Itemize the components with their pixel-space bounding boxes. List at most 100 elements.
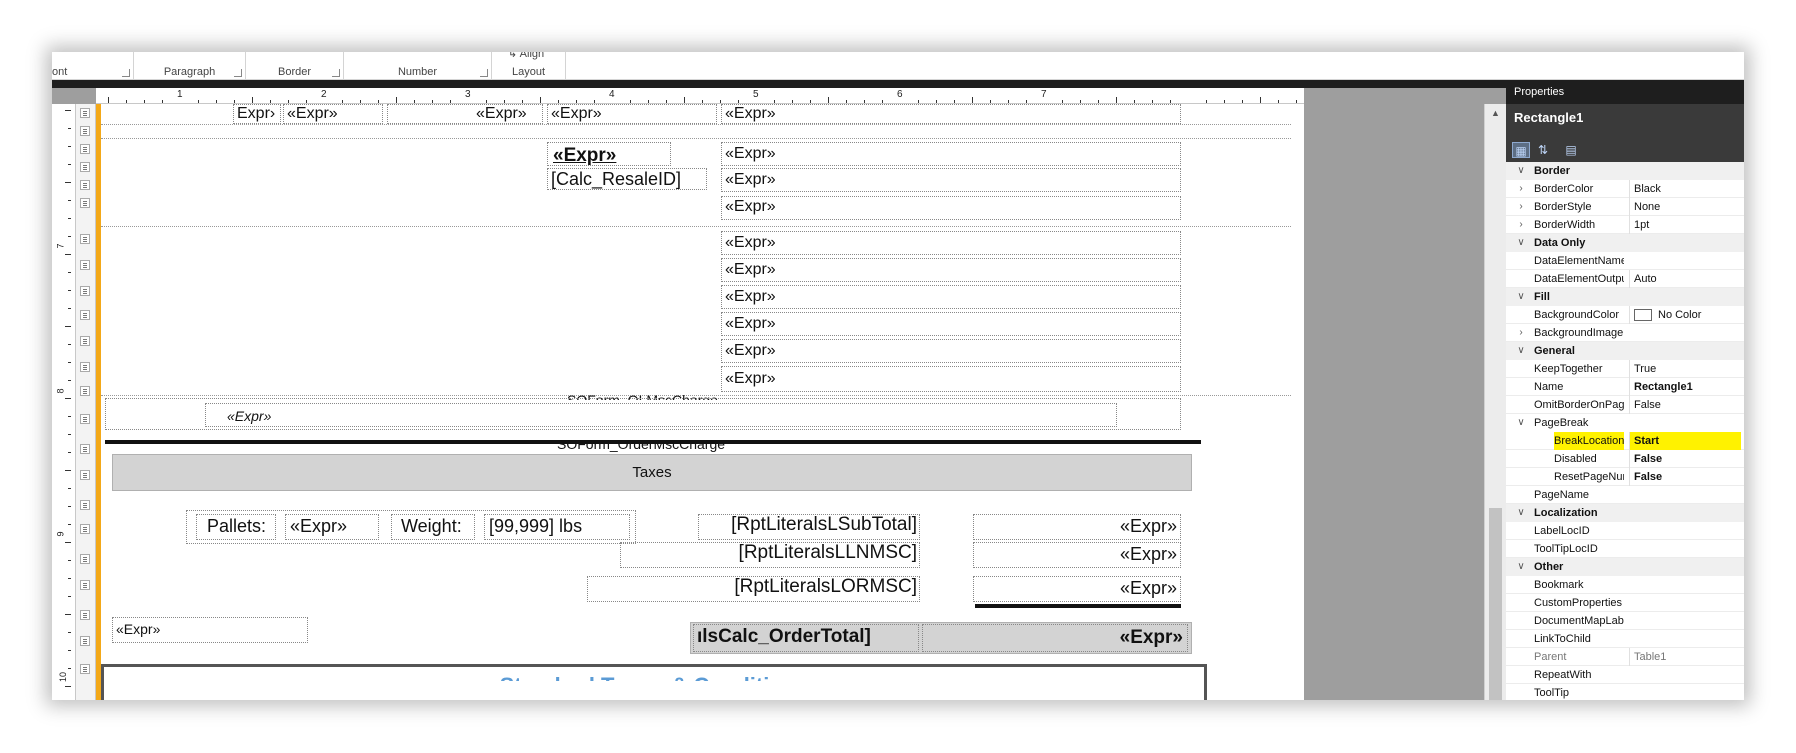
property-row[interactable]: Bookmark [1506,576,1744,594]
row-handle[interactable] [80,580,90,590]
property-row[interactable]: › BackgroundImage [1506,324,1744,342]
row-handle[interactable] [80,260,90,270]
expr-cell-1[interactable]: Expr› [237,105,275,123]
property-category[interactable]: Fill ∨ [1506,288,1744,306]
order-total-label[interactable]: ılsCalc_OrderTotal] [697,626,871,648]
row-handle[interactable] [80,162,90,172]
property-value[interactable]: Rectangle1 [1629,378,1741,396]
property-value[interactable]: False [1629,396,1741,414]
property-row[interactable]: DataElementOutput Auto [1506,270,1744,288]
text-box[interactable] [721,312,1181,336]
number-dialog-launcher-icon[interactable] [480,69,488,77]
row-handle[interactable] [80,336,90,346]
collapse-icon[interactable]: ∨ [1514,414,1528,432]
property-value[interactable]: Start [1629,432,1741,450]
calc-resale-id[interactable]: [Calc_ResaleID] [551,169,681,190]
row-handle[interactable] [80,198,90,208]
footer-expr[interactable]: «Expr» [116,621,160,637]
expr-cell-5[interactable]: «Expr» [725,105,776,123]
text-box[interactable] [205,403,1117,427]
property-row[interactable]: ResetPageNumber False [1506,468,1744,486]
row-handle[interactable] [80,180,90,190]
weight-value[interactable]: [99,999] lbs [489,516,582,537]
row-handle[interactable] [80,554,90,564]
right-expr-8[interactable]: «Expr» [725,342,776,360]
row-handle[interactable] [80,234,90,244]
property-row[interactable]: Name Rectangle1 [1506,378,1744,396]
border-dialog-launcher-icon[interactable] [332,69,340,77]
property-row[interactable]: DocumentMapLabel [1506,612,1744,630]
property-row[interactable]: ToolTipLocID [1506,540,1744,558]
property-value[interactable]: No Color [1629,306,1741,324]
property-category[interactable]: Other ∨ [1506,558,1744,576]
row-handle[interactable] [80,386,90,396]
property-row[interactable]: DataElementName [1506,252,1744,270]
scrollbar-thumb[interactable] [1489,508,1502,700]
property-row[interactable]: LabelLocID [1506,522,1744,540]
text-box[interactable] [721,285,1181,309]
collapse-icon[interactable]: ∨ [1514,288,1528,306]
paragraph-dialog-launcher-icon[interactable] [234,69,242,77]
lnmsc-label[interactable]: [RptLiteralsLLNMSC] [621,542,917,564]
report-page[interactable]: Expr› «Expr» «Expr» «Expr» «Expr» «Expr»… [101,104,1304,700]
property-row[interactable]: RepeatWith [1506,666,1744,684]
property-row[interactable]: BackgroundColor No Color [1506,306,1744,324]
expr-cell-2[interactable]: «Expr» [287,105,338,123]
expr-cell-3[interactable]: «Expr» [476,105,527,123]
property-category[interactable]: Localization ∨ [1506,504,1744,522]
collapse-icon[interactable]: ∨ [1514,162,1528,180]
row-handle[interactable] [80,664,90,674]
right-expr-7[interactable]: «Expr» [725,315,776,333]
property-value[interactable]: Table1 [1629,648,1741,666]
expr-bold-label[interactable]: «Expr» [553,145,616,167]
right-expr-4[interactable]: «Expr» [725,234,776,252]
text-box[interactable] [721,196,1181,220]
property-row[interactable]: › BorderStyle None [1506,198,1744,216]
property-value[interactable]: True [1629,360,1741,378]
property-row[interactable]: Parent Table1 [1506,648,1744,666]
font-dialog-launcher-icon[interactable] [122,69,130,77]
row-handle[interactable] [80,610,90,620]
lnmsc-value[interactable]: «Expr» [973,544,1177,565]
row-handle[interactable] [80,286,90,296]
collapse-icon[interactable]: ∨ [1514,342,1528,360]
design-canvas[interactable]: 1 2 3 4 5 6 7 7 8 9 10 Expr› «Expr» «Expr» «Expr»… [52,88,1506,700]
categorized-icon[interactable]: ▦ [1512,142,1530,158]
expand-icon[interactable]: › [1514,216,1528,234]
italic-expr[interactable]: «Expr» [227,408,271,424]
property-pages-icon[interactable]: ▤ [1562,142,1580,158]
collapse-icon[interactable]: ∨ [1514,558,1528,576]
property-row[interactable]: Disabled False [1506,450,1744,468]
expand-icon[interactable]: › [1514,180,1528,198]
text-box[interactable] [721,168,1181,192]
right-expr-5[interactable]: «Expr» [725,261,776,279]
property-row[interactable]: › BorderWidth 1pt [1506,216,1744,234]
row-handle[interactable] [80,636,90,646]
text-box[interactable] [721,104,1181,124]
right-expr-2[interactable]: «Expr» [725,171,776,189]
pallets-value[interactable]: «Expr» [290,516,347,537]
expr-cell-4[interactable]: «Expr» [551,105,602,123]
property-value[interactable]: False [1629,450,1741,468]
property-row[interactable]: ToolTip [1506,684,1744,700]
text-box[interactable] [721,231,1181,255]
property-value[interactable]: Black [1629,180,1741,198]
property-row[interactable]: LinkToChild [1506,630,1744,648]
row-handle[interactable] [80,362,90,372]
order-total-value[interactable]: «Expr» [922,627,1183,649]
right-expr-6[interactable]: «Expr» [725,288,776,306]
collapse-icon[interactable]: ∨ [1514,504,1528,522]
property-value[interactable]: 1pt [1629,216,1741,234]
vertical-scrollbar[interactable]: ▲ [1484,104,1506,700]
row-handle[interactable] [80,310,90,320]
row-handle[interactable] [80,414,90,424]
ormsc-value[interactable]: «Expr» [973,578,1177,599]
row-handle[interactable] [80,444,90,454]
right-expr-1[interactable]: «Expr» [725,145,776,163]
text-box[interactable] [721,142,1181,166]
row-handle[interactable] [80,470,90,480]
right-expr-3[interactable]: «Expr» [725,198,776,216]
right-expr-9[interactable]: «Expr» [725,370,776,388]
row-handle[interactable] [80,126,90,136]
property-value[interactable]: Auto [1629,270,1741,288]
